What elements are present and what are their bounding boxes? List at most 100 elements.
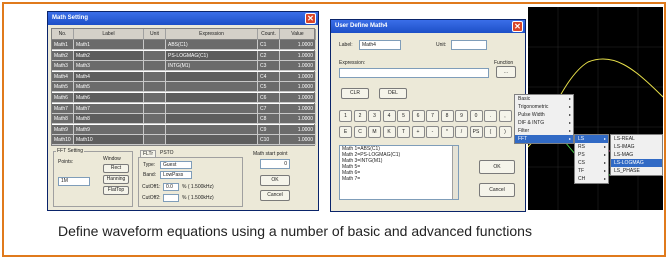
keypad-key[interactable]: / [455, 126, 468, 138]
table-cell[interactable]: Math3 [52, 61, 74, 72]
keypad-key[interactable]: 5 [397, 110, 410, 122]
table-row[interactable]: Math9 Math9 C9 1.0000 [52, 124, 316, 135]
table-row[interactable]: Math2 Math2 PS-LOGMAG(C1) C2 1.0000 [52, 50, 316, 61]
keypad-key[interactable]: 2 [353, 110, 367, 122]
cutoff2-field[interactable] [163, 194, 179, 202]
menu-item-ls-mag[interactable]: LS-MAG [611, 151, 662, 159]
table-cell[interactable]: Math2 [74, 50, 144, 61]
table-cell[interactable]: Math5 [52, 82, 74, 93]
table-cell[interactable]: 1.0000 [280, 71, 316, 82]
table-cell[interactable] [144, 114, 166, 125]
menu-item-dif-intg[interactable]: DIF & INTG ▸ [515, 119, 573, 127]
keypad-key[interactable]: 4 [382, 110, 396, 122]
table-cell[interactable]: Math1 [52, 40, 74, 50]
keypad-key[interactable]: 7 [426, 110, 439, 122]
menu-item-basic[interactable]: Basic ▸ [515, 95, 573, 103]
table-cell[interactable]: C5 [258, 82, 280, 93]
table-cell[interactable]: ABS(C1) [166, 40, 258, 50]
table-cell[interactable]: 1.0000 [280, 50, 316, 61]
table-cell[interactable]: C2 [258, 50, 280, 61]
table-cell[interactable] [166, 82, 258, 93]
menu-item-ps[interactable]: PS ▸ [575, 151, 608, 159]
keypad-key[interactable]: + [411, 126, 425, 138]
table-cell[interactable] [144, 71, 166, 82]
keypad-key[interactable]: * [440, 126, 454, 138]
table-cell[interactable]: 1.0000 [280, 61, 316, 72]
label-field[interactable]: Math4 [359, 40, 401, 50]
function-button[interactable]: ... [496, 66, 516, 78]
table-cell[interactable] [166, 114, 258, 125]
menu-item-ch[interactable]: CH ▸ [575, 175, 608, 183]
hanning-button[interactable]: Hanning [103, 175, 129, 184]
table-cell[interactable] [166, 71, 258, 82]
math-list[interactable]: Math 1=ABS(C1) Math 2=PS-LOGMAG(C1) Math… [339, 145, 459, 200]
table-cell[interactable]: Math7 [52, 103, 74, 114]
keypad-key[interactable]: K [382, 126, 396, 138]
table-cell[interactable]: 1.0000 [280, 93, 316, 103]
points-select[interactable]: 1M [58, 177, 90, 186]
ok-button[interactable]: OK [479, 160, 515, 174]
table-cell[interactable] [144, 93, 166, 103]
menu-item-tf[interactable]: TF ▸ [575, 167, 608, 175]
table-cell[interactable]: Math5 [74, 82, 144, 93]
table-row[interactable]: Math8 Math8 C8 1.0000 [52, 114, 316, 125]
table-cell[interactable]: Math9 [52, 124, 74, 135]
table-cell[interactable]: 1.0000 [280, 103, 316, 114]
table-cell[interactable] [144, 135, 166, 146]
table-cell[interactable]: C1 [258, 40, 280, 50]
keypad-key[interactable]: PS [469, 126, 483, 138]
table-cell[interactable]: Math10 [52, 135, 74, 146]
keypad-key[interactable]: 8 [440, 110, 454, 122]
tab-psto[interactable]: PSTO [158, 150, 176, 156]
table-cell[interactable]: 1.0000 [280, 114, 316, 125]
table-cell[interactable]: Math8 [52, 114, 74, 125]
flattop-button[interactable]: FlatTop [103, 186, 129, 195]
menu-item-fft[interactable]: FFT ▸ [515, 135, 573, 143]
table-cell[interactable] [144, 124, 166, 135]
keypad-key[interactable]: 1 [339, 110, 352, 122]
menu-item-filter[interactable]: Filter ▸ [515, 127, 573, 135]
band-select[interactable]: LowPass [160, 171, 192, 179]
table-row[interactable]: Math5 Math5 C5 1.0000 [52, 82, 316, 93]
keypad-key[interactable]: 6 [411, 110, 425, 122]
close-icon[interactable]: ✕ [305, 13, 316, 24]
table-cell[interactable] [144, 50, 166, 61]
table-row[interactable]: Math10 Math10 C10 1.0000 [52, 135, 316, 146]
table-cell[interactable]: C8 [258, 114, 280, 125]
keypad-key[interactable]: 3 [368, 110, 381, 122]
table-cell[interactable]: Math8 [74, 114, 144, 125]
col-count[interactable]: Count. [258, 29, 280, 40]
rect-button[interactable]: Rect [103, 164, 129, 173]
keypad-key[interactable]: 0 [469, 110, 483, 122]
menu-item-ls-real[interactable]: LS-REAL [611, 135, 662, 143]
menu-item-pulse-width[interactable]: Pulse Width ▸ [515, 111, 573, 119]
tab-fltr[interactable]: FLTr [140, 150, 156, 157]
ok-button[interactable]: OK [260, 175, 290, 186]
list-item[interactable]: Math 7= [340, 176, 458, 182]
menu-item-trigonometric[interactable]: Trigonometric ▸ [515, 103, 573, 111]
table-cell[interactable]: C7 [258, 103, 280, 114]
col-expression[interactable]: Expression [166, 29, 258, 40]
col-value[interactable]: Value [280, 29, 316, 40]
table-cell[interactable]: C6 [258, 93, 280, 103]
table-cell[interactable] [144, 103, 166, 114]
expression-field[interactable] [339, 68, 489, 78]
table-cell[interactable] [166, 103, 258, 114]
table-cell[interactable]: 1.0000 [280, 135, 316, 146]
table-cell[interactable] [166, 93, 258, 103]
col-unit[interactable]: Unit [144, 29, 166, 40]
table-cell[interactable]: Math4 [52, 71, 74, 82]
cutoff1-field[interactable]: 0.0 [163, 183, 179, 191]
table-cell[interactable]: C10 [258, 135, 280, 146]
table-cell[interactable]: 1.0000 [280, 124, 316, 135]
keypad-key[interactable]: ) [498, 126, 512, 138]
menu-item-rs[interactable]: RS ▸ [575, 143, 608, 151]
menu-item-ls[interactable]: LS ▸ [575, 135, 608, 143]
table-cell[interactable]: 1.0000 [280, 82, 316, 93]
table-row[interactable]: Math3 Math3 INTG(M1) C3 1.0000 [52, 61, 316, 72]
table-cell[interactable]: Math2 [52, 50, 74, 61]
table-row[interactable]: Math4 Math4 C4 1.0000 [52, 71, 316, 82]
keypad-key[interactable]: ( [484, 126, 497, 138]
menu-item-ls-imag[interactable]: LS-IMAG [611, 143, 662, 151]
table-cell[interactable]: INTG(M1) [166, 61, 258, 72]
